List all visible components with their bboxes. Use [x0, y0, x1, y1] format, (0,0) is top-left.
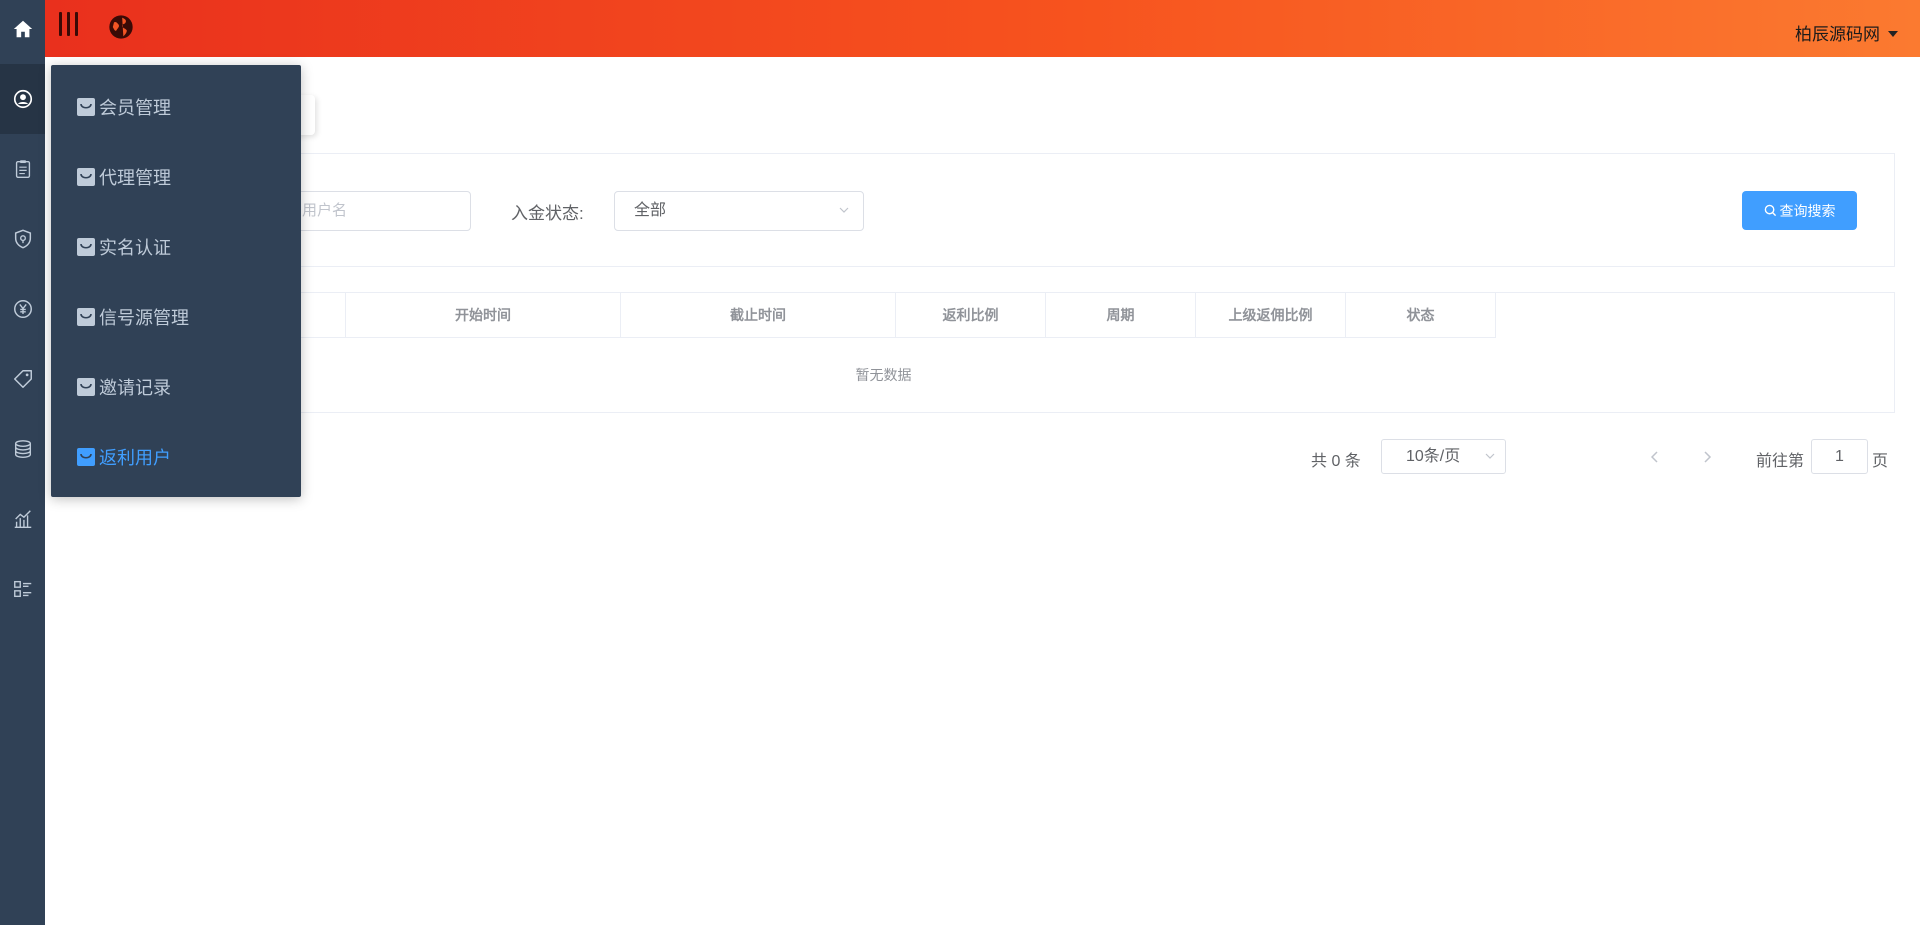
- list-icon[interactable]: [0, 554, 45, 624]
- bag-icon: [77, 98, 95, 116]
- table-header-cell: 开始时间: [346, 293, 621, 338]
- table-header-cell: 状态: [1346, 293, 1496, 338]
- table-header-cell: 截止时间: [621, 293, 896, 338]
- user-submenu: 会员管理 代理管理 实名认证 信号源管理 邀请记录 返利用户: [51, 65, 301, 497]
- submenu-item-signal-source[interactable]: 信号源管理: [51, 282, 301, 352]
- globe-icon[interactable]: [107, 13, 135, 41]
- submenu-item-member[interactable]: 会员管理: [51, 72, 301, 142]
- pagination-total: 共 0 条: [1311, 453, 1361, 470]
- table-header-cell: 返利比例: [896, 293, 1046, 338]
- chart-icon[interactable]: [0, 484, 45, 554]
- table-header-cell: 周期: [1046, 293, 1196, 338]
- table-header-cell: 上级返佣比例: [1196, 293, 1346, 338]
- shield-icon[interactable]: [0, 204, 45, 274]
- hamburger-icon[interactable]: [59, 12, 83, 40]
- bag-icon: [77, 378, 95, 396]
- next-page-button[interactable]: [1700, 447, 1714, 467]
- rebate-table: 开始时间 截止时间 返利比例 周期 上级返佣比例 状态 暂无数据: [270, 292, 1895, 413]
- status-select-value: 全部: [634, 202, 667, 219]
- search-button-label: 查询搜索: [1779, 202, 1836, 219]
- chevron-down-icon: [839, 207, 849, 213]
- icon-rail: [0, 0, 45, 925]
- submenu-item-label: 信号源管理: [99, 308, 189, 328]
- prev-page-button[interactable]: [1648, 447, 1662, 467]
- submenu-item-label: 实名认证: [99, 238, 171, 258]
- bag-icon: [77, 308, 95, 326]
- bag-icon: [77, 238, 95, 256]
- yen-icon[interactable]: [0, 274, 45, 344]
- goto-page-input[interactable]: 1: [1811, 439, 1868, 474]
- home-icon[interactable]: [0, 0, 45, 57]
- submenu-item-agent[interactable]: 代理管理: [51, 142, 301, 212]
- table-empty-text: 暂无数据: [855, 367, 912, 383]
- page-size-value: 10条/页: [1406, 448, 1461, 465]
- submenu-item-label: 会员管理: [99, 98, 171, 118]
- submenu-item-label: 邀请记录: [99, 378, 171, 398]
- submenu-item-verification[interactable]: 实名认证: [51, 212, 301, 282]
- user-menu[interactable]: 柏辰源码网: [1795, 20, 1898, 45]
- status-select[interactable]: 全部: [614, 191, 864, 231]
- bag-icon: [77, 448, 95, 466]
- coins-icon[interactable]: [0, 414, 45, 484]
- page-size-select[interactable]: 10条/页: [1381, 439, 1506, 474]
- tag-icon[interactable]: [0, 344, 45, 414]
- search-icon: [1764, 204, 1776, 217]
- submenu-item-label: 返利用户: [99, 448, 171, 468]
- status-label: 入金状态:: [511, 204, 584, 223]
- user-circle-icon[interactable]: [0, 64, 45, 134]
- search-button[interactable]: 查询搜索: [1742, 191, 1857, 230]
- top-header: 柏辰源码网: [45, 0, 1920, 57]
- table-header: 开始时间 截止时间 返利比例 周期 上级返佣比例 状态: [271, 293, 1496, 338]
- bag-icon: [77, 168, 95, 186]
- submenu-item-invitations[interactable]: 邀请记录: [51, 352, 301, 422]
- submenu-item-label: 代理管理: [99, 168, 171, 188]
- chevron-down-icon: [1485, 453, 1495, 459]
- goto-suffix: 页: [1872, 453, 1889, 470]
- caret-down-icon: [1888, 30, 1898, 37]
- goto-label: 前往第: [1756, 453, 1805, 470]
- clipboard-icon[interactable]: [0, 134, 45, 204]
- submenu-item-rebate-users[interactable]: 返利用户: [51, 422, 301, 492]
- user-name: 柏辰源码网: [1795, 25, 1880, 44]
